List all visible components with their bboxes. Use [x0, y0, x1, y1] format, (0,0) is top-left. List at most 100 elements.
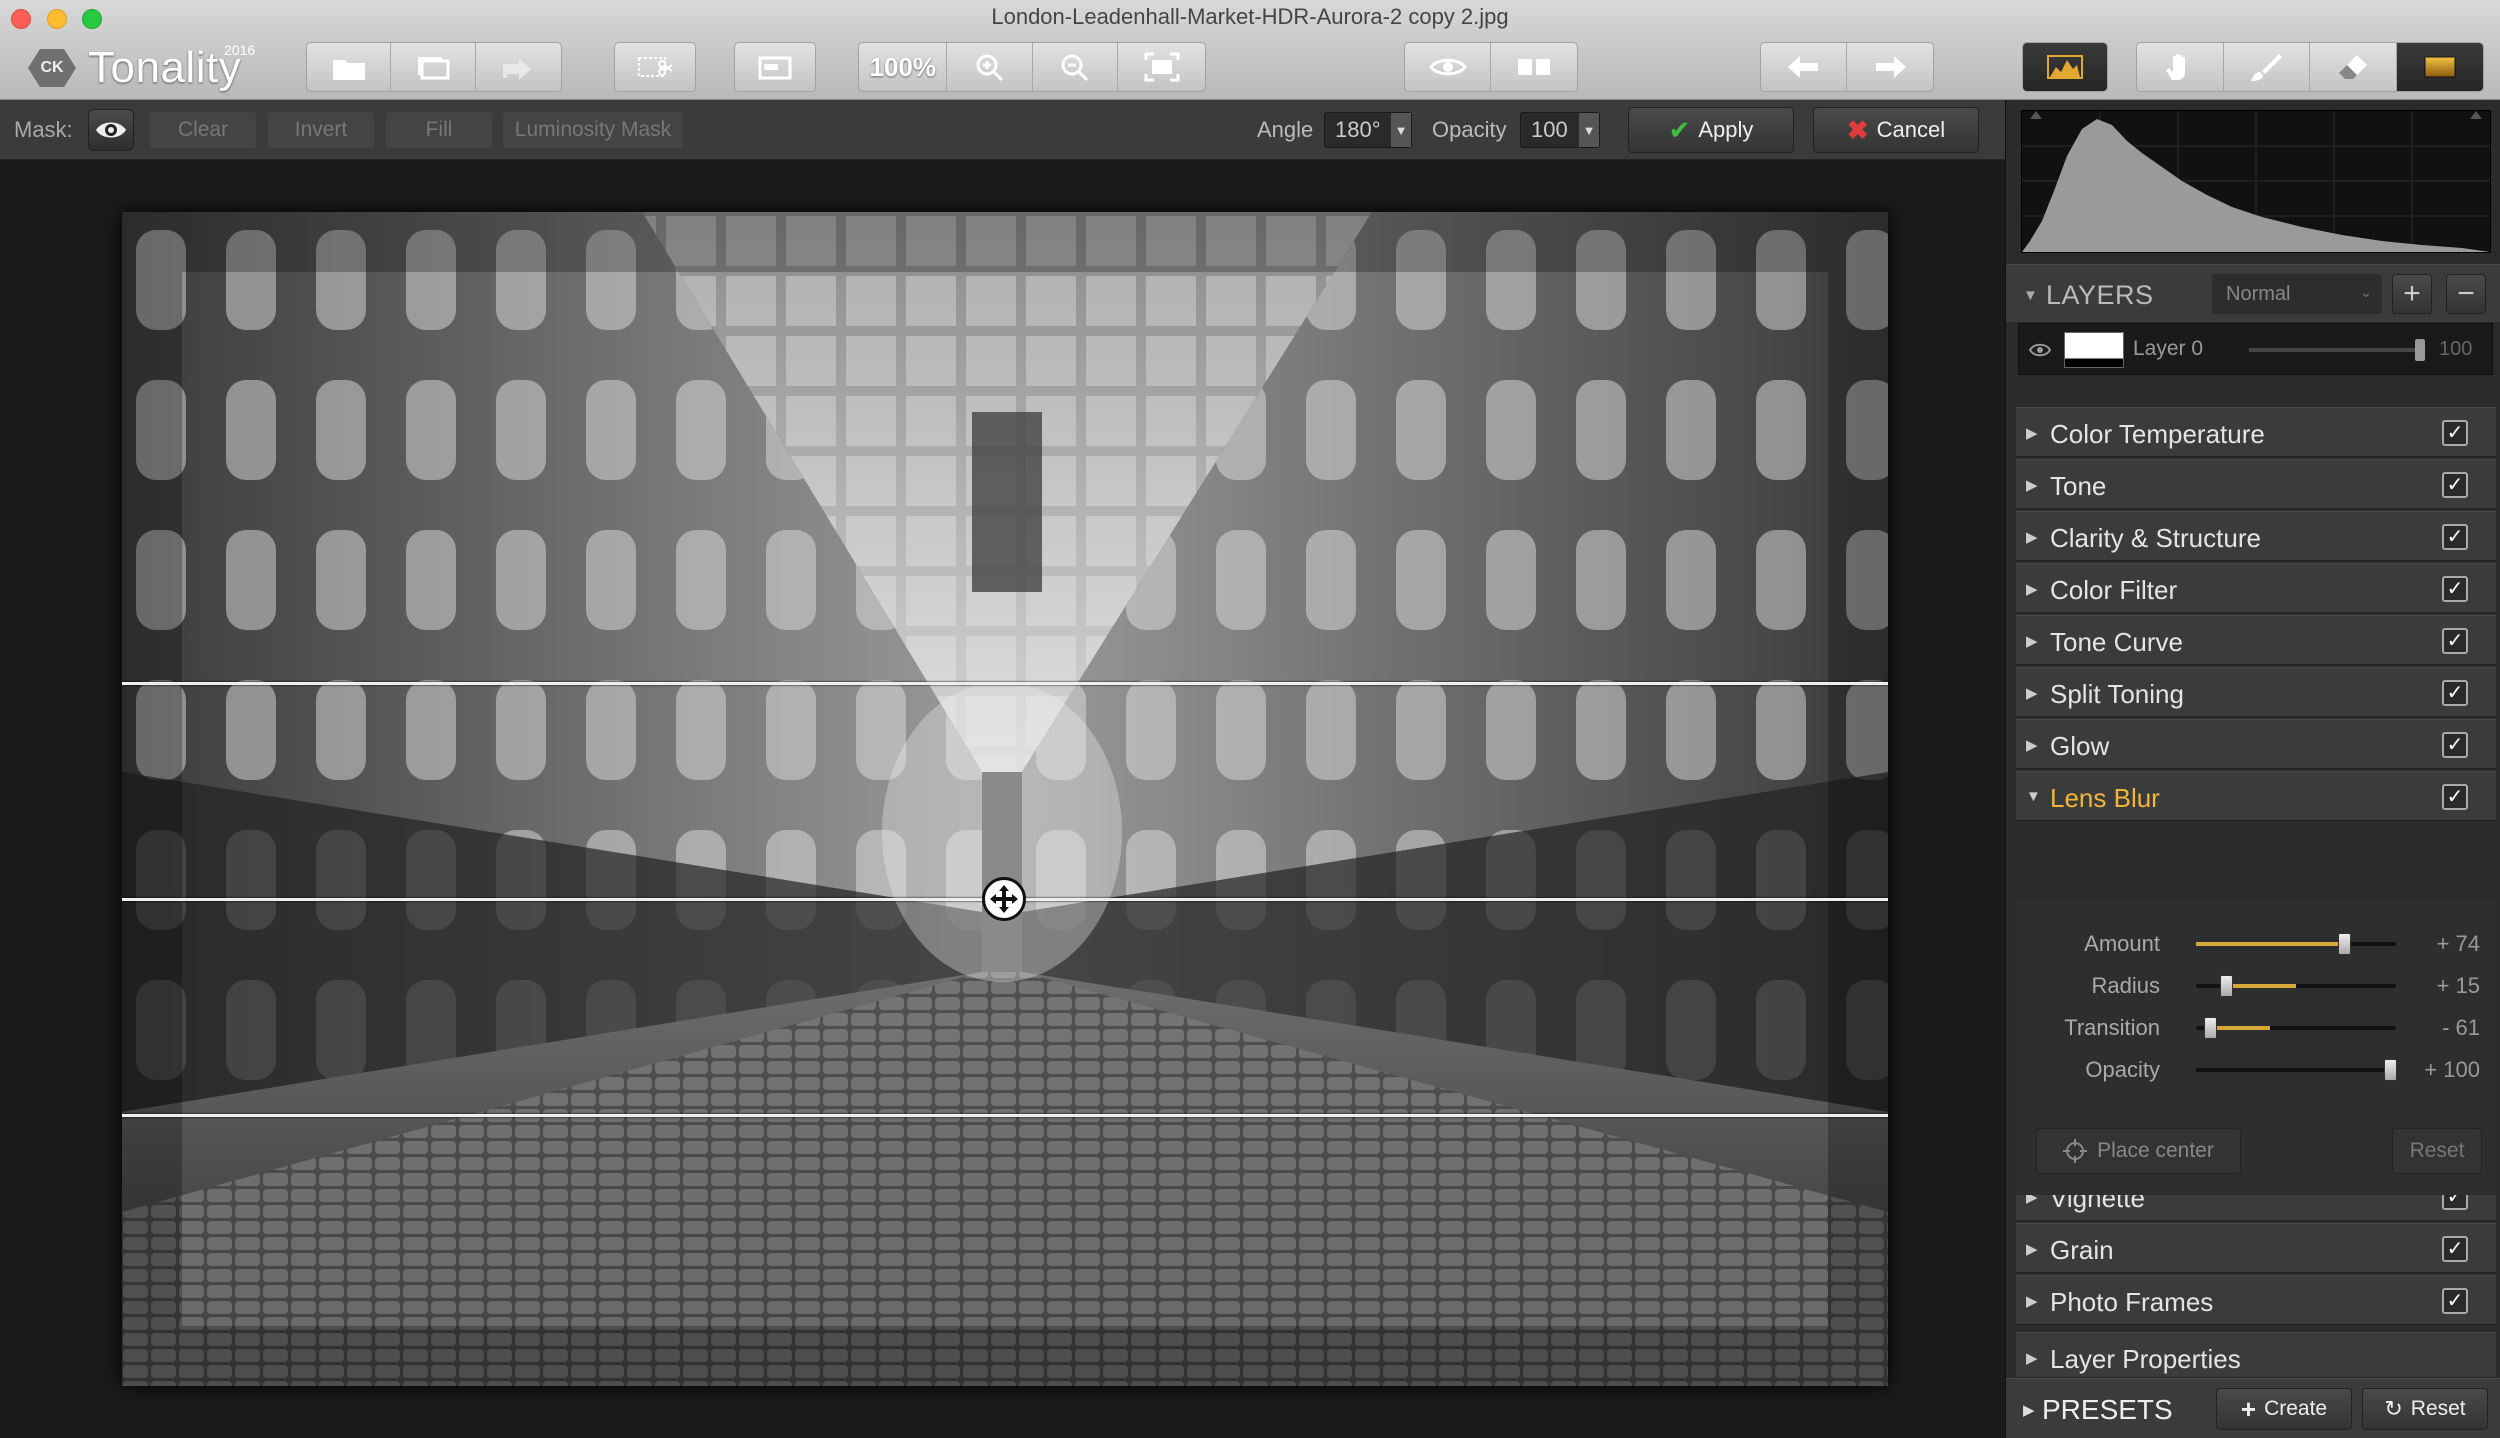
slider-knob[interactable] [2220, 975, 2233, 997]
mask-visibility-button[interactable] [88, 109, 134, 151]
place-center-button[interactable]: Place center [2036, 1128, 2241, 1174]
preview-toggle-button[interactable] [1405, 43, 1491, 91]
batch-button[interactable] [391, 43, 476, 91]
adjustment-enabled-checkbox[interactable]: ✓ [2442, 732, 2468, 758]
luminosity-mask-button[interactable]: Luminosity Mask [503, 112, 683, 148]
adjustment-row-photo-frames[interactable]: ▶ Photo Frames ✓ [2016, 1275, 2496, 1325]
invert-mask-button[interactable]: Invert [268, 112, 374, 148]
checkmark-icon: ✓ [2446, 422, 2464, 444]
zoom-100-button[interactable]: 100% [859, 43, 948, 91]
preview-mode-button[interactable] [735, 43, 815, 91]
blur-center-move-handle[interactable] [982, 877, 1026, 921]
slider-label: Transition [2064, 1015, 2160, 1040]
adjustment-enabled-checkbox[interactable]: ✓ [2442, 1236, 2468, 1262]
open-button[interactable] [307, 43, 392, 91]
expand-triangle-icon[interactable]: ▶ [2026, 684, 2038, 702]
slider-knob[interactable] [2204, 1017, 2218, 1039]
adjustment-enabled-checkbox[interactable]: ✓ [2442, 472, 2468, 498]
adjustment-enabled-checkbox[interactable]: ✓ [2442, 576, 2468, 602]
angle-select[interactable]: 180° ▼ [1324, 112, 1412, 148]
slider-track[interactable] [2196, 975, 2396, 997]
adjustment-enabled-checkbox[interactable]: ✓ [2442, 784, 2468, 810]
layer-row[interactable]: Layer 0 100 [2018, 323, 2493, 375]
clear-mask-button[interactable]: Clear [150, 112, 256, 148]
adjustment-enabled-checkbox[interactable]: ✓ [2442, 524, 2468, 550]
eraser-tool-button[interactable] [2310, 43, 2397, 91]
slider-knob[interactable] [2338, 933, 2351, 955]
layer-opacity-knob[interactable] [2415, 339, 2425, 361]
redo-button[interactable] [1847, 43, 1933, 91]
blur-upper-guide-line[interactable] [122, 682, 1888, 685]
crop-button[interactable] [615, 43, 695, 91]
remove-layer-button[interactable]: − [2446, 274, 2486, 314]
lens-blur-reset-button[interactable]: Reset [2392, 1128, 2482, 1174]
fill-mask-button[interactable]: Fill [386, 112, 492, 148]
collapse-triangle-icon[interactable]: ▼ [2026, 788, 2041, 805]
add-layer-button[interactable]: + [2392, 274, 2432, 314]
adjustment-row-color-temperature[interactable]: ▶ Color Temperature ✓ [2016, 407, 2496, 457]
expand-triangle-icon[interactable]: ▶ [2026, 632, 2038, 650]
slider-value: - 61 [2442, 1015, 2480, 1040]
gradient-tool-button[interactable] [2396, 43, 2483, 91]
adjustment-enabled-checkbox[interactable]: ✓ [2442, 628, 2468, 654]
slider-value: + 74 [2436, 931, 2480, 956]
adjustment-row-tone[interactable]: ▶ Tone ✓ [2016, 459, 2496, 509]
adjustment-row-grain[interactable]: ▶ Grain ✓ [2016, 1223, 2496, 1273]
layer-opacity-slider[interactable] [2249, 348, 2419, 352]
zoom-out-button[interactable] [1033, 43, 1119, 91]
slider-label: Opacity [2085, 1057, 2160, 1082]
checkmark-icon: ✓ [2446, 526, 2464, 548]
adjustment-row-layer-properties[interactable]: ▶ Layer Properties [2016, 1332, 2496, 1378]
cancel-button[interactable]: ✖ Cancel [1813, 107, 1979, 153]
adjustments-panel: ▼ LAYERS Normal ⌄ + − Layer 0 100 ▶ Color… [2005, 100, 2500, 1438]
hand-tool-button[interactable] [2137, 43, 2224, 91]
layer-name: Layer 0 [2133, 337, 2204, 360]
expand-triangle-icon[interactable]: ▶ [2026, 1240, 2038, 1258]
opacity-select[interactable]: 100 ▼ [1520, 112, 1600, 148]
create-preset-button[interactable]: + Create [2216, 1388, 2352, 1430]
apply-label: Apply [1698, 117, 1754, 142]
apply-button[interactable]: ✔ Apply [1628, 107, 1794, 153]
layers-title: LAYERS [2046, 280, 2154, 310]
blend-mode-value: Normal [2226, 282, 2291, 305]
expand-triangle-icon[interactable]: ▶ [2026, 476, 2038, 494]
collapse-triangle-icon[interactable]: ▼ [2023, 287, 2038, 304]
slider-track[interactable] [2196, 933, 2396, 955]
checkmark-icon: ✓ [2446, 474, 2464, 496]
expand-triangle-icon[interactable]: ▶ [2026, 424, 2038, 442]
blur-lower-guide-line[interactable] [122, 1114, 1888, 1117]
slider-knob[interactable] [2384, 1059, 2397, 1081]
expand-triangle-icon[interactable]: ▶ [2026, 580, 2038, 598]
adjustment-row-lens-blur[interactable]: ▼ Lens Blur ✓ [2016, 771, 2496, 821]
adjustment-row-glow[interactable]: ▶ Glow ✓ [2016, 719, 2496, 769]
share-button[interactable] [476, 43, 561, 91]
blend-mode-select[interactable]: Normal ⌄ [2212, 274, 2382, 314]
expand-triangle-icon[interactable]: ▶ [2026, 528, 2038, 546]
fit-screen-button[interactable] [1118, 43, 1205, 91]
undo-button[interactable] [1761, 43, 1847, 91]
expand-triangle-icon[interactable]: ▶ [2026, 1292, 2038, 1310]
split-view-button[interactable] [1491, 43, 1577, 91]
zoom-in-icon [976, 54, 1003, 82]
slider-track[interactable] [2196, 1017, 2396, 1039]
photo-preview[interactable] [122, 212, 1888, 1386]
adjustment-enabled-checkbox[interactable]: ✓ [2442, 420, 2468, 446]
slider-value: + 15 [2436, 973, 2480, 998]
adjustment-row-color-filter[interactable]: ▶ Color Filter ✓ [2016, 563, 2496, 613]
adjustment-row-split-toning[interactable]: ▶ Split Toning ✓ [2016, 667, 2496, 717]
expand-triangle-icon[interactable]: ▶ [2026, 736, 2038, 754]
brush-tool-button[interactable] [2224, 43, 2310, 91]
adjustment-row-clarity-structure[interactable]: ▶ Clarity & Structure ✓ [2016, 511, 2496, 561]
split-view-icon [1518, 59, 1550, 75]
slider-track[interactable] [2196, 1059, 2397, 1081]
histogram-toggle-button[interactable] [2023, 43, 2107, 91]
adjustment-enabled-checkbox[interactable]: ✓ [2442, 680, 2468, 706]
reset-preset-button[interactable]: ↻ Reset [2362, 1388, 2488, 1430]
expand-triangle-icon[interactable]: ▶ [2023, 1401, 2035, 1419]
zoom-in-button[interactable] [947, 43, 1033, 91]
adjustment-enabled-checkbox[interactable]: ✓ [2442, 1288, 2468, 1314]
adjustment-label: Color Temperature [2050, 419, 2265, 449]
layer-visibility-icon[interactable] [2027, 337, 2053, 363]
expand-triangle-icon[interactable]: ▶ [2026, 1349, 2038, 1367]
adjustment-row-tone-curve[interactable]: ▶ Tone Curve ✓ [2016, 615, 2496, 665]
